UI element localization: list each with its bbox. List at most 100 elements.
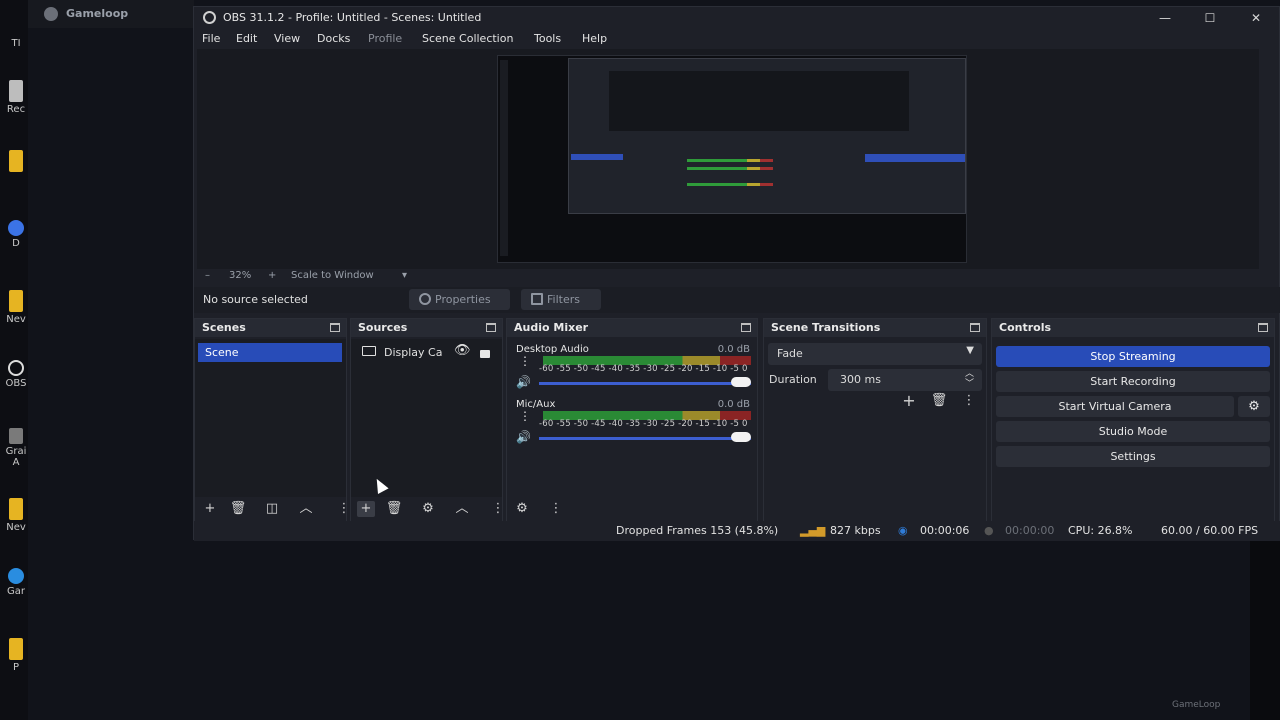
volume-slider-track[interactable] xyxy=(539,382,751,385)
controls-header: Controls xyxy=(992,319,1274,337)
record-time: 00:00:00 xyxy=(1005,524,1055,537)
channel-db: 0.0 dB xyxy=(717,344,750,355)
controls-title: Controls xyxy=(999,321,1052,334)
menu-docks[interactable]: Docks xyxy=(317,32,350,45)
menu-help[interactable]: Help xyxy=(582,32,607,45)
undock-icon[interactable] xyxy=(741,323,751,332)
obs-icon xyxy=(8,360,24,376)
lock-icon[interactable] xyxy=(480,350,490,358)
desktop-icon-5[interactable]: Nev xyxy=(4,290,28,325)
spin-arrows-icon[interactable]: ︿ ﹀ xyxy=(965,369,974,389)
source-properties-icon[interactable]: ⚙ xyxy=(419,501,437,517)
start-recording-button[interactable]: Start Recording xyxy=(996,371,1270,392)
menu-scene-collection[interactable]: Scene Collection xyxy=(422,32,513,45)
scene-item[interactable]: Scene xyxy=(198,343,342,362)
channel-menu-icon[interactable]: ⋮ xyxy=(519,354,531,368)
chevron-down-icon[interactable]: ▾ xyxy=(402,270,407,281)
sources-toolbar: + 🗑 ⚙ ︿ ⋮ xyxy=(351,497,505,521)
minimize-button[interactable]: — xyxy=(1151,9,1179,27)
desktop-icon-10[interactable]: P xyxy=(4,638,28,673)
undock-icon[interactable] xyxy=(486,323,496,332)
desktop-icon-8[interactable]: Nev xyxy=(4,498,28,533)
mixer-toolbar: ⚙ ⋮ xyxy=(507,497,757,521)
filters-button[interactable]: Filters xyxy=(521,289,601,310)
source-item[interactable]: Display Ca 👁 xyxy=(354,343,498,363)
menu-profile[interactable]: Profile xyxy=(368,32,402,45)
zoom-out-button[interactable]: – xyxy=(205,270,210,281)
start-virtual-camera-button[interactable]: Start Virtual Camera xyxy=(996,396,1234,417)
advanced-audio-icon[interactable]: ⚙ xyxy=(513,501,531,517)
zoom-mode-select[interactable]: Scale to Window xyxy=(291,270,374,281)
window-titlebar: OBS 31.1.2 - Profile: Untitled - Scenes:… xyxy=(194,7,1279,29)
undock-icon[interactable] xyxy=(1258,323,1268,332)
desktop-icon-label: TI xyxy=(11,38,21,49)
add-source-icon[interactable]: + xyxy=(357,501,375,517)
desktop-icon-9[interactable]: Gar xyxy=(4,568,28,597)
add-scene-icon[interactable]: + xyxy=(201,501,219,517)
remove-scene-icon[interactable]: 🗑 xyxy=(229,501,247,517)
sources-title: Sources xyxy=(358,321,408,334)
visibility-eye-icon[interactable]: 👁 xyxy=(454,343,471,358)
transition-menu-icon[interactable]: ⋮ xyxy=(960,393,978,409)
source-item-label: Display Ca xyxy=(384,346,443,359)
speaker-icon[interactable]: 🔊 xyxy=(516,375,531,389)
studio-mode-button[interactable]: Studio Mode xyxy=(996,421,1270,442)
preview-nested-window xyxy=(568,58,966,214)
volume-slider-track[interactable] xyxy=(539,437,751,440)
properties-label: Properties xyxy=(435,293,491,306)
status-bar: Dropped Frames 153 (45.8%) ▂▄▆ 827 kbps … xyxy=(194,521,1280,541)
cpu-usage: CPU: 26.8% xyxy=(1068,524,1133,537)
chevron-down-icon: ▼ xyxy=(966,345,974,356)
volume-slider-handle[interactable] xyxy=(731,432,751,442)
remove-source-icon[interactable]: 🗑 xyxy=(385,501,403,517)
add-transition-icon[interactable]: + xyxy=(900,393,918,409)
speaker-icon[interactable]: 🔊 xyxy=(516,430,531,444)
move-up-icon[interactable]: ︿ xyxy=(453,501,471,517)
audio-mixer-header: Audio Mixer xyxy=(507,319,757,337)
desktop-icon-3[interactable] xyxy=(4,150,28,174)
background-app-title: Gameloop xyxy=(66,7,129,20)
scene-filters-icon[interactable]: ◫ xyxy=(263,501,281,517)
sources-dock: Sources Display Ca 👁 + 🗑 ⚙ ︿ ⋮ xyxy=(350,318,505,522)
menu-tools[interactable]: Tools xyxy=(534,32,561,45)
desktop-icon-label: Rec xyxy=(6,104,26,115)
undock-icon[interactable] xyxy=(330,323,340,332)
gear-icon: ⚙ xyxy=(1248,399,1260,414)
virtual-camera-settings-button[interactable]: ⚙ xyxy=(1238,396,1270,417)
preview-nested-stop-button xyxy=(865,154,965,162)
channel-menu-icon[interactable]: ⋮ xyxy=(519,409,531,423)
background-app-titlebar: Gameloop xyxy=(28,0,194,28)
move-up-icon[interactable]: ︿ xyxy=(297,501,315,517)
preview-nested-meter xyxy=(687,159,773,162)
desktop-icon-6[interactable]: OBS xyxy=(4,360,28,389)
close-button[interactable]: ✕ xyxy=(1242,9,1270,27)
properties-button[interactable]: Properties xyxy=(409,289,510,310)
settings-button[interactable]: Settings xyxy=(996,446,1270,467)
zoom-in-button[interactable]: + xyxy=(268,270,276,281)
undock-icon[interactable] xyxy=(970,323,980,332)
menu-edit[interactable]: Edit xyxy=(236,32,257,45)
remove-transition-icon[interactable]: 🗑 xyxy=(930,393,948,409)
volume-slider-handle[interactable] xyxy=(731,377,751,387)
scenes-toolbar: + 🗑 ◫ ︿ ⋮ xyxy=(195,497,351,521)
duration-spinbox[interactable]: 300 ms ︿ ﹀ xyxy=(828,369,982,391)
preview-area[interactable] xyxy=(197,49,1259,269)
desktop-icon-7[interactable]: Grai A xyxy=(4,428,28,468)
menu-view[interactable]: View xyxy=(274,32,300,45)
transition-select[interactable]: Fade ▼ xyxy=(768,343,982,365)
desktop-icon-2[interactable]: Rec xyxy=(4,80,28,115)
maximize-button[interactable]: ☐ xyxy=(1196,9,1224,27)
desktop-icon-4[interactable]: D xyxy=(4,220,28,249)
sources-list: Display Ca 👁 xyxy=(351,339,502,499)
more-options-icon[interactable]: ⋮ xyxy=(547,501,565,517)
desktop-icon-label: Grai A xyxy=(5,446,27,468)
menu-file[interactable]: File xyxy=(202,32,220,45)
more-options-icon[interactable]: ⋮ xyxy=(489,501,507,517)
duration-label: Duration xyxy=(769,373,817,386)
stop-streaming-button[interactable]: Stop Streaming xyxy=(996,346,1270,367)
folder-icon xyxy=(9,638,23,660)
desktop-icon-1[interactable]: TI xyxy=(4,38,28,49)
recording-icon: ● xyxy=(984,524,994,537)
duration-value: 300 ms xyxy=(840,373,881,386)
program-preview[interactable] xyxy=(497,55,967,263)
